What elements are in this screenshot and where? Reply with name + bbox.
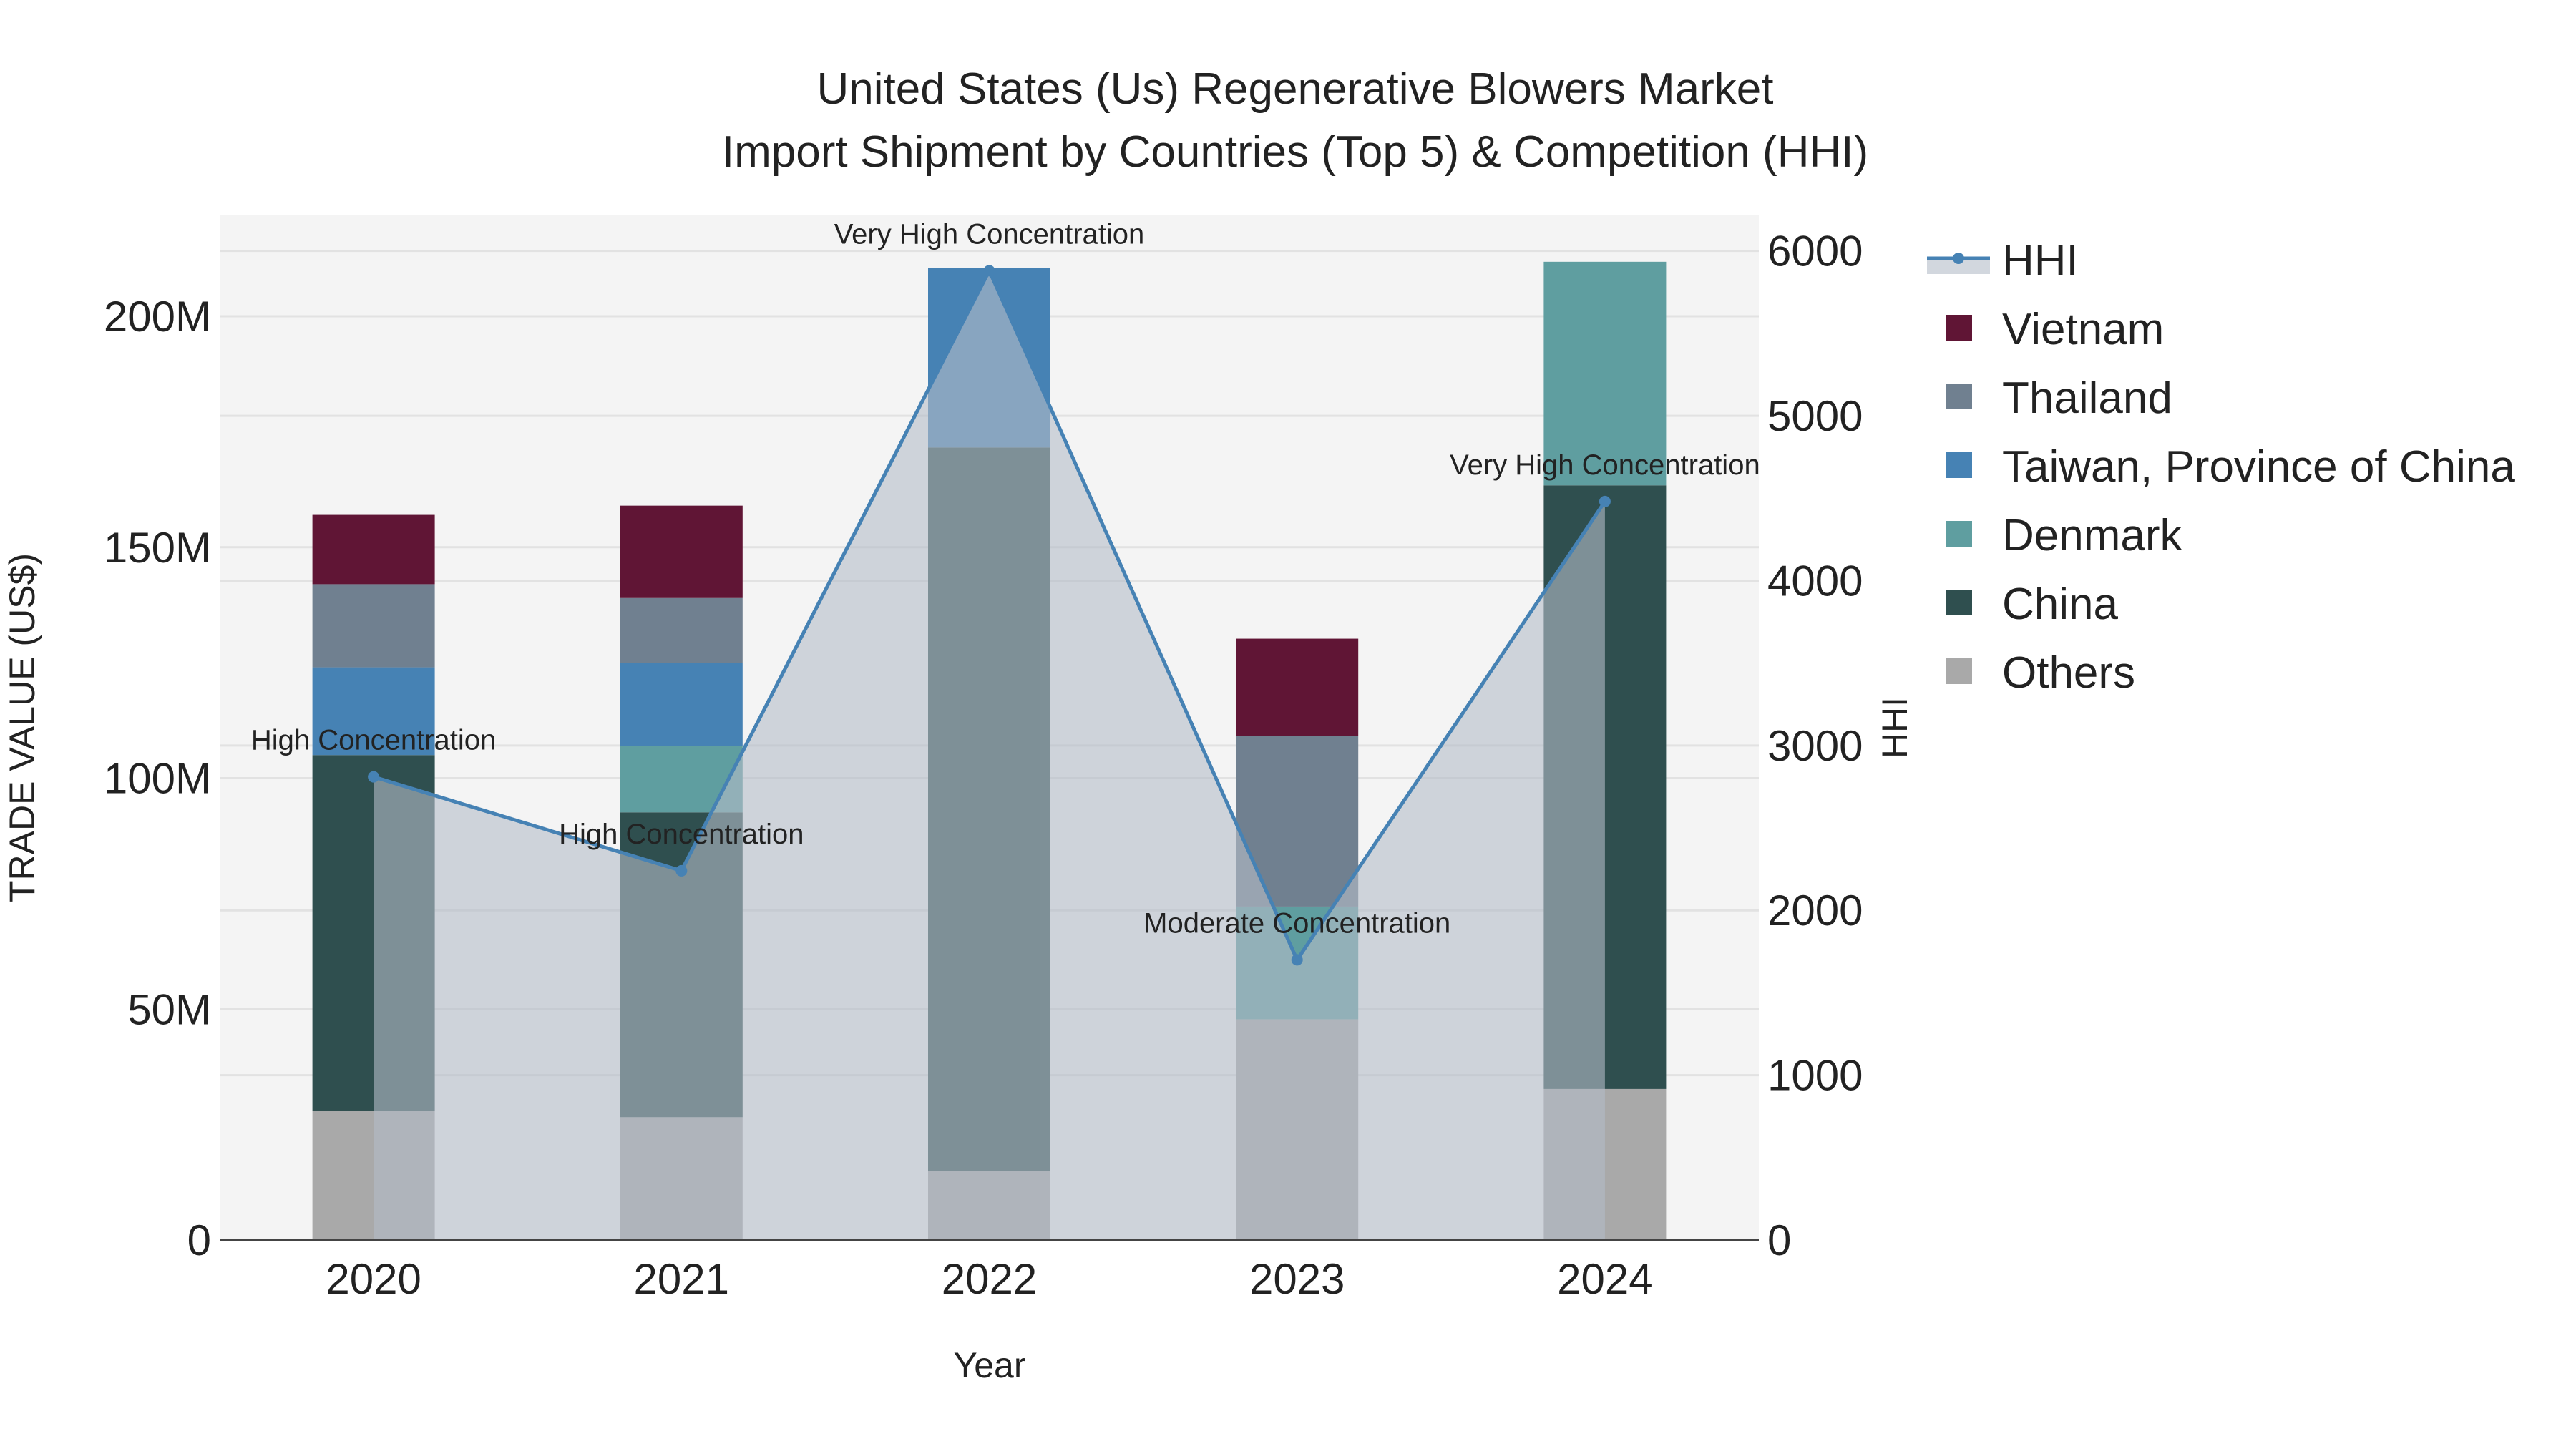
bar-vietnam-2020 [312,514,435,585]
hhi-annotation-2020: High Concentration [251,725,496,756]
y-axis-title: TRADE VALUE (US$) [2,553,42,902]
legend-swatch-taiwan-province-of-china [1946,452,1972,478]
hhi-point-2023 [1291,954,1303,966]
hhi-point-2020 [368,771,380,783]
legend-swatch-vietnam [1946,315,1972,341]
hhi-annotation-2024: Very High Concentration [1450,449,1760,481]
x-tick-label: 2021 [634,1255,729,1303]
bar-taiwan-province-of-china-2021 [620,663,743,746]
hhi-point-2022 [983,265,995,277]
legend-swatch-denmark [1946,521,1972,547]
hhi-point-2021 [675,864,688,877]
hhi-annotation-2023: Moderate Concentration [1143,907,1450,939]
x-tick-label: 2022 [942,1255,1037,1303]
legend-hhi-marker [1953,253,1964,264]
x-axis-title: Year [953,1345,1025,1385]
y-tick-label: 150M [104,524,211,572]
y-tick-label: 50M [127,985,211,1033]
y2-tick-label: 3000 [1767,722,1863,770]
y-tick-label: 100M [104,755,211,803]
chart-title-line1: United States (Us) Regenerative Blowers … [817,64,1774,114]
legend-swatch-others [1946,658,1972,684]
y-tick-label: 0 [187,1216,211,1264]
legend-label: Vietnam [2002,305,2164,354]
x-tick-label: 2024 [1557,1255,1652,1303]
chart-title-line2: Import Shipment by Countries (Top 5) & C… [722,127,1868,177]
bar-vietnam-2021 [620,505,743,598]
x-tick-label: 2023 [1249,1255,1345,1303]
legend-swatch-thailand [1946,384,1972,409]
chart: United States (Us) Regenerative Blowers … [2,64,2515,1385]
bar-thailand-2021 [620,597,743,663]
legend-label: Thailand [2002,374,2172,423]
legend: HHI Vietnam Thailand Taiwan, Province of Ch… [1927,236,2515,698]
legend-label: China [2002,580,2119,629]
hhi-annotation-2022: Very High Concentration [834,218,1145,250]
legend-label: HHI [2002,236,2079,286]
legend-swatch-china [1946,590,1972,615]
hhi-point-2024 [1599,495,1611,507]
y2-axis-title: HHI [1875,697,1915,758]
y-tick-label: 200M [104,293,211,341]
legend-label: Others [2002,648,2135,698]
y2-tick-label: 5000 [1767,392,1863,440]
hhi-annotation-2021: High Concentration [559,819,804,850]
y2-tick-label: 1000 [1767,1052,1863,1100]
bar-vietnam-2023 [1236,638,1359,736]
x-tick-label: 2020 [326,1255,421,1303]
y2-tick-label: 6000 [1767,228,1863,275]
legend-label: Taiwan, Province of China [2002,442,2515,492]
y2-tick-label: 0 [1767,1216,1791,1264]
bar-thailand-2020 [312,584,435,668]
y2-tick-label: 2000 [1767,887,1863,935]
y2-tick-label: 4000 [1767,557,1863,605]
legend-label: Denmark [2002,511,2183,560]
